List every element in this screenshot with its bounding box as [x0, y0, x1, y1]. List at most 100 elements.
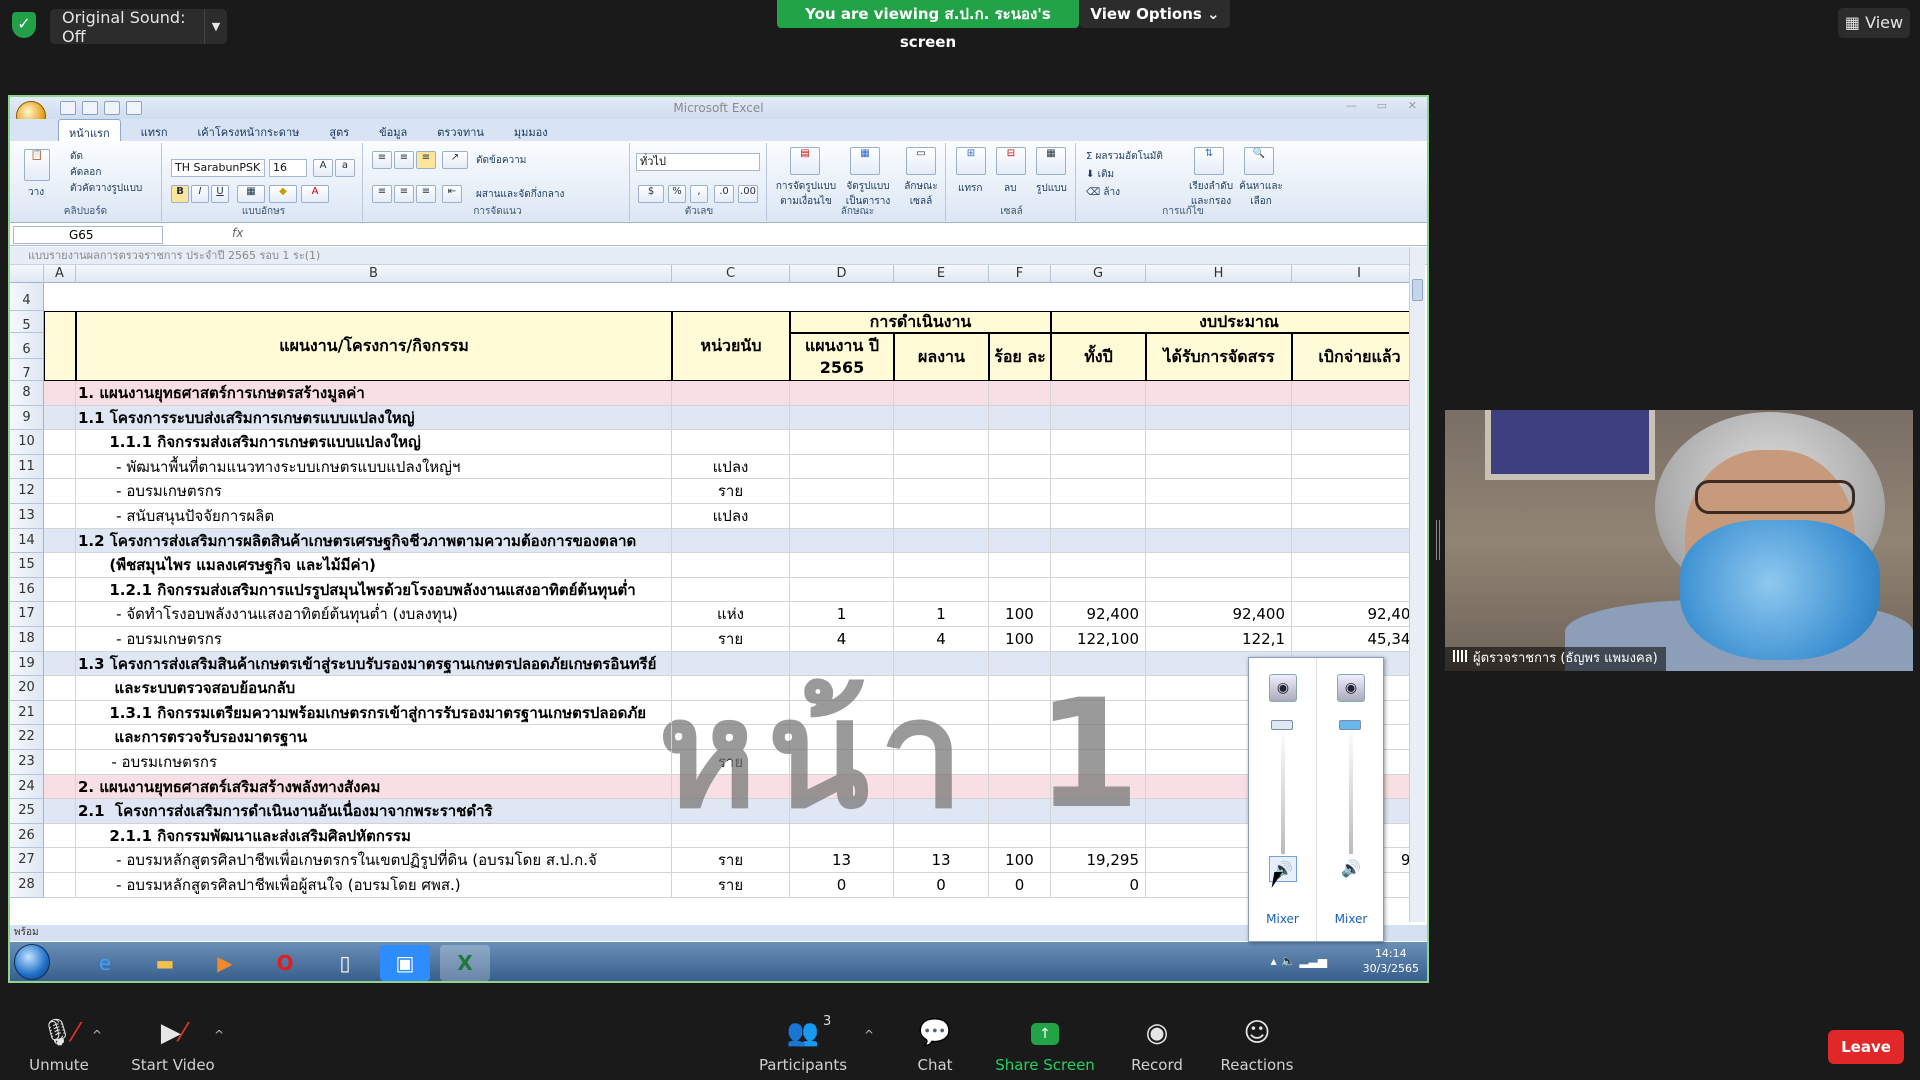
cell-i[interactable] [1292, 406, 1410, 430]
name-box[interactable]: G65 [13, 226, 163, 244]
insert-cells-label[interactable]: แทรก [958, 181, 982, 196]
cell-b[interactable]: - อบรมเกษตรกร [76, 750, 672, 774]
number-format-select[interactable]: ทั่วไป [636, 153, 760, 171]
header-unit[interactable]: หน่วยนับ [672, 311, 790, 381]
network-icon[interactable]: ▂▃▅ [1299, 954, 1327, 968]
cell-g[interactable] [1051, 676, 1146, 700]
row-header[interactable]: 23 [10, 750, 44, 775]
copy-button[interactable]: คัดลอก [70, 165, 101, 180]
row-header[interactable]: 20 [10, 676, 44, 701]
cell-c[interactable] [672, 700, 790, 725]
save-icon[interactable] [60, 101, 76, 115]
cell-g[interactable] [1051, 454, 1146, 479]
font-size-select[interactable]: 16 [269, 159, 307, 177]
cell-e[interactable] [894, 799, 989, 823]
underline-icon[interactable]: U [211, 185, 229, 203]
volume-slider-knob[interactable] [1271, 720, 1293, 730]
cell-i[interactable] [1292, 455, 1410, 479]
cell-a[interactable] [44, 873, 76, 897]
percent-icon[interactable]: % [668, 185, 686, 203]
cell-e[interactable] [894, 528, 989, 553]
cell-i[interactable]: 45,345 [1292, 627, 1411, 651]
bold-icon[interactable]: B [171, 185, 189, 203]
tray-up-icon[interactable]: ▴ [1271, 954, 1277, 968]
header-plan[interactable]: แผนงาน/โครงการ/กิจกรรม [76, 311, 672, 381]
cell-b[interactable]: 1.2 โครงการส่งเสริมการผลิตสินค้าเกษตรเศร… [76, 528, 672, 553]
view-layout-button[interactable]: ▦ View [1838, 8, 1910, 38]
cell-e[interactable] [894, 700, 989, 725]
cell-c[interactable]: แห่ง [672, 602, 790, 626]
header-operation[interactable]: การดำเนินงาน [790, 311, 1051, 333]
insert-cells-icon[interactable]: ⊞ [956, 147, 986, 175]
cell-b[interactable]: 1.2.1 กิจกรรมส่งเสริมการแปรรูปสมุนไพรด้ว… [76, 577, 672, 602]
volume-icon[interactable]: 🔈 [1281, 954, 1296, 968]
cell-b[interactable]: - สนับสนุนปัจจัยการผลิต [76, 504, 672, 528]
scroll-thumb[interactable] [1412, 279, 1423, 301]
cell-f[interactable] [989, 651, 1051, 676]
cell-f[interactable] [989, 700, 1051, 725]
cell-a[interactable] [44, 627, 76, 651]
cell-c[interactable]: ราย [672, 873, 790, 897]
column-header-h[interactable]: H [1146, 265, 1292, 283]
cell-d[interactable]: 13 [790, 848, 894, 872]
cell-g[interactable] [1051, 700, 1146, 725]
cell-d[interactable] [790, 700, 894, 725]
find-select-icon[interactable]: 🔍 [1244, 147, 1274, 175]
cell-g[interactable]: 0 [1051, 873, 1146, 897]
cell-f[interactable] [989, 405, 1051, 430]
tab-insert[interactable]: แทรก [131, 119, 178, 141]
align-top-icon[interactable]: ≡ [372, 151, 392, 169]
internet-explorer-icon[interactable]: e [80, 945, 130, 981]
folder-icon[interactable]: ▬ [140, 945, 190, 981]
cell-a[interactable] [44, 676, 76, 700]
cell-d[interactable] [790, 504, 894, 528]
cell-d[interactable]: 0 [790, 873, 894, 897]
record-button[interactable]: ◉ Record [1102, 1016, 1212, 1076]
cell-d[interactable] [790, 799, 894, 823]
maximize-icon[interactable]: ▭ [1377, 99, 1387, 112]
media-player-icon[interactable]: ▶ [200, 945, 250, 981]
cell-b[interactable]: และการตรวจรับรองมาตรฐาน [76, 725, 672, 749]
print-preview-icon[interactable] [126, 101, 142, 115]
comma-icon[interactable]: , [690, 185, 708, 203]
orientation-icon[interactable]: ↗ [442, 151, 468, 169]
conditional-format-icon[interactable]: ▤ [790, 147, 820, 175]
start-video-button[interactable]: ▶⁄ Start Video [118, 1016, 228, 1076]
cell-b[interactable]: 1.1.1 กิจกรรมส่งเสริมการเกษตรแบบแปลงใหญ่ [76, 430, 672, 454]
leave-button[interactable]: Leave [1828, 1030, 1904, 1064]
excel-app-icon[interactable]: X [440, 945, 490, 981]
row-header[interactable]: 4 [10, 283, 44, 311]
cell-c[interactable] [672, 799, 790, 823]
app-speaker-icon[interactable]: 🔊 [1337, 856, 1365, 882]
cell-h[interactable] [1146, 504, 1292, 528]
row-header[interactable]: 13 [10, 504, 44, 529]
cell-c[interactable]: ราย [672, 848, 790, 872]
align-center-icon[interactable]: ≡ [394, 185, 414, 203]
cell-d[interactable]: 4 [790, 627, 894, 651]
cell-c[interactable] [672, 577, 790, 602]
row-header[interactable]: 6 [10, 333, 44, 359]
row-header[interactable]: 17 [10, 602, 44, 627]
cell-f[interactable]: 100 [989, 602, 1051, 626]
align-right-icon[interactable]: ≡ [416, 185, 436, 203]
cell-g[interactable] [1051, 504, 1146, 528]
cell-e[interactable] [894, 823, 989, 848]
wrap-text-button[interactable]: ตัดข้อความ [476, 153, 526, 168]
row-header[interactable]: 11 [10, 454, 44, 480]
cell-b[interactable]: - อบรมเกษตรกร [76, 627, 672, 651]
opera-icon[interactable]: O [260, 945, 310, 981]
cell-b[interactable]: 2.1.1 กิจกรรมพัฒนาและส่งเสริมศิลปหัตกรรม [76, 823, 672, 848]
cell-c[interactable] [672, 405, 790, 430]
cell-e[interactable]: 0 [894, 873, 989, 897]
header-percent[interactable]: ร้อย ละ [989, 333, 1051, 381]
cell-a[interactable] [44, 602, 76, 626]
start-button-icon[interactable] [14, 944, 50, 980]
cell-h[interactable] [1146, 430, 1292, 454]
select-all-corner[interactable] [10, 265, 44, 283]
row-header[interactable]: 22 [10, 725, 44, 750]
cell-i[interactable] [1292, 578, 1410, 602]
cell-i[interactable] [1292, 479, 1410, 503]
cell-e[interactable] [894, 651, 989, 676]
font-color-icon[interactable]: A [301, 185, 329, 203]
fx-icon[interactable]: fx [232, 226, 243, 240]
